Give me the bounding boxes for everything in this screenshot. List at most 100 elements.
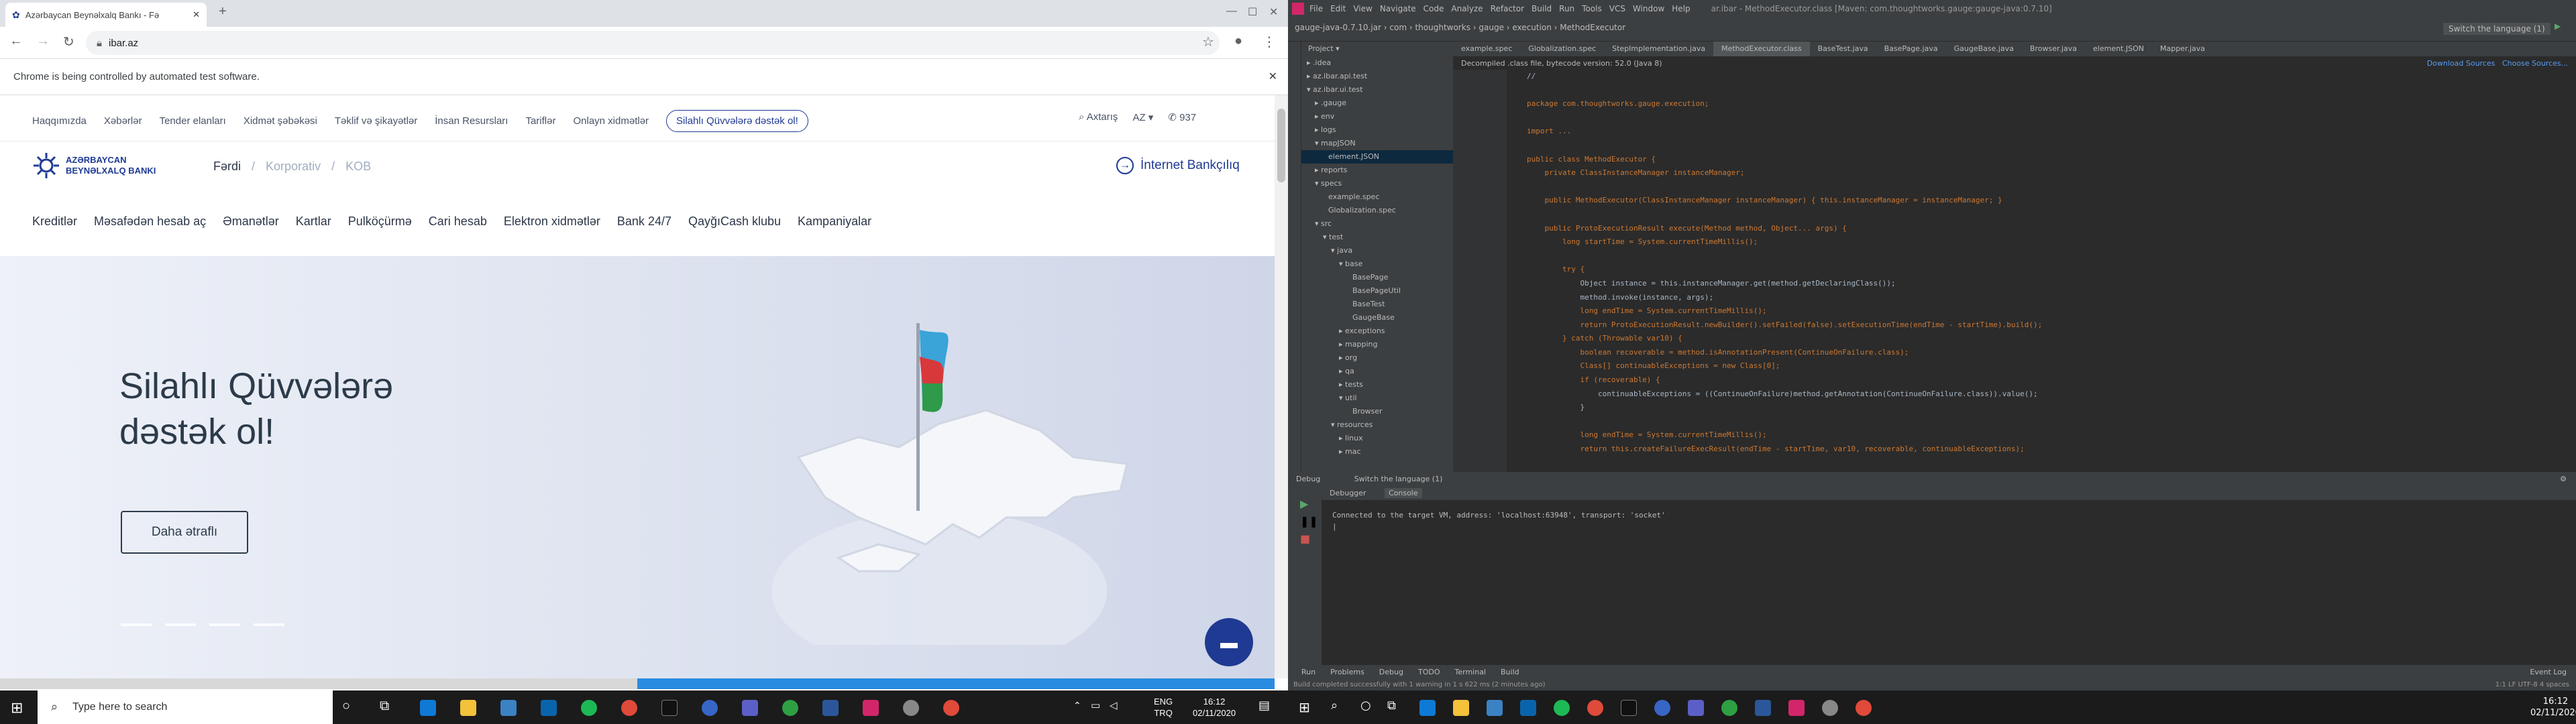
teams-icon[interactable] [742,700,758,716]
top-link[interactable]: Haqqımızda [32,115,87,127]
chrome-icon[interactable] [943,700,959,716]
console-tab[interactable]: Console [1384,488,1422,498]
app-icon[interactable] [903,700,919,716]
terminal-tool[interactable]: Terminal [1455,668,1487,677]
tree-item[interactable]: ▸ reports [1301,164,1453,177]
git-icon[interactable] [1721,700,1737,716]
debug-tool[interactable]: Debug [1379,668,1403,677]
tree-item[interactable]: GaugeBase [1301,311,1453,324]
segment-corporate[interactable]: Korporativ [266,160,321,174]
menu-item[interactable]: Tools [1582,4,1602,13]
tree-item[interactable]: ▸ mapping [1301,338,1453,351]
settings-gear-icon[interactable]: ⚙ [2560,475,2567,483]
run-tool[interactable]: Run [1301,668,1316,677]
tree-item[interactable]: ▸ tests [1301,378,1453,391]
store-icon[interactable] [1487,700,1503,716]
event-log-tool[interactable]: Event Log [2530,668,2567,676]
word-icon[interactable] [822,700,839,716]
top-link[interactable]: Xəbərlər [104,115,142,127]
menu-item[interactable]: Refactor [1491,4,1524,13]
top-link[interactable]: Xidmət şəbəkəsi [244,115,317,127]
scroll-thumb[interactable] [1277,109,1285,182]
editor-tab[interactable]: Globalization.spec [1520,42,1604,56]
editor-tab[interactable]: GaugeBase.java [1946,42,2022,56]
mail-icon[interactable] [1520,700,1536,716]
internet-banking-link[interactable]: → İnternet Bankçılıq [1116,157,1240,174]
tree-item[interactable]: BasePageUtil [1301,284,1453,298]
editor-tab[interactable]: StepImplementation.java [1604,42,1713,56]
chat-bubble-icon[interactable]: ▬ [1205,618,1253,666]
slider-dot[interactable] [165,623,196,626]
mail-icon[interactable] [541,700,557,716]
task-view-icon[interactable]: ⧉ [1387,699,1396,713]
slider-dot[interactable] [121,623,152,626]
menu-item[interactable]: Edit [1330,4,1346,13]
cortana-icon[interactable]: ○ [342,699,350,714]
nav-item[interactable]: Cari hesab [429,215,487,229]
notification-icon[interactable]: ▤ [1258,699,1270,713]
edge-icon[interactable] [420,700,436,716]
tree-item[interactable]: Browser [1301,405,1453,418]
spotify-icon[interactable] [1554,700,1570,716]
clock[interactable]: 16:12 02/11/2020 [2530,696,2576,719]
top-link[interactable]: Təklif və şikayətlər [335,115,417,127]
app-icon[interactable] [1822,700,1838,716]
page-scrollbar[interactable] [1275,95,1288,678]
debugger-tab[interactable]: Debugger [1330,489,1366,497]
tree-item[interactable]: ▾ util [1301,391,1453,405]
tree-item[interactable]: ▾ base [1301,257,1453,271]
editor-tab[interactable]: element.JSON [2085,42,2152,56]
breadcrumb[interactable]: gauge-java-0.7.10.jar › com › thoughtwor… [1295,23,1625,32]
tree-item[interactable]: ▸ .gauge [1301,97,1453,110]
chrome-icon[interactable] [621,700,637,716]
nav-item[interactable]: Kreditlər [32,215,77,229]
menu-item[interactable]: File [1309,4,1323,13]
editor-tab[interactable]: BaseTest.java [1810,42,1876,56]
windows-start-icon[interactable]: ⊞ [11,699,23,717]
menu-item[interactable]: Window [1633,4,1664,13]
close-window-icon[interactable]: ✕ [1269,5,1278,19]
reload-icon[interactable]: ↻ [63,34,74,50]
tree-item[interactable]: BasePage [1301,271,1453,284]
cortana-icon[interactable]: ○ [1360,699,1371,713]
nav-item[interactable]: QayğıCash klubu [688,215,781,229]
intellij-icon[interactable] [863,700,879,716]
tree-item[interactable]: BaseTest [1301,298,1453,311]
menu-item[interactable]: Help [1672,4,1690,13]
chrome-icon[interactable] [1856,700,1872,716]
intellij-icon[interactable] [1788,700,1805,716]
editor-tab[interactable]: example.spec [1453,42,1520,56]
teams-icon[interactable] [1688,700,1704,716]
terminal-icon[interactable] [1621,700,1637,716]
slider-dot[interactable] [209,623,240,626]
minimize-icon[interactable]: — [1226,5,1237,17]
download-sources-link[interactable]: Download Sources [2427,59,2496,68]
code-editor[interactable]: // package com.thoughtworks.gauge.executi… [1507,70,2576,472]
windows-start-icon[interactable]: ⊞ [1299,699,1310,715]
run-icon[interactable]: ▶ [2555,21,2561,31]
tree-item[interactable]: ▸ logs [1301,123,1453,137]
todo-tool[interactable]: TODO [1418,668,1440,677]
run-config-select[interactable]: Switch the language (1) [2443,23,2551,35]
menu-item[interactable]: Analyze [1451,4,1483,13]
file-explorer-icon[interactable] [1453,700,1469,716]
menu-item[interactable]: VCS [1609,4,1625,13]
editor-tab[interactable]: Browser.java [2022,42,2085,56]
tree-item[interactable]: example.spec [1301,190,1453,204]
address-bar[interactable]: 🔒︎ ibar.az [86,31,1220,55]
browser-tab[interactable]: ✿ Azərbaycan Beynəlxalq Bankı - Fə ✕ [5,3,207,27]
debug-config-tab[interactable]: Switch the language (1) [1354,475,1443,483]
campaign-pill-button[interactable]: Silahlı Qüvvələrə dəstək ol! [666,110,808,132]
slider-dot[interactable] [254,623,284,626]
tree-item[interactable]: ▸ exceptions [1301,324,1453,338]
tree-item[interactable]: Globalization.spec [1301,204,1453,217]
infobar-close-icon[interactable]: ✕ [1269,70,1277,83]
taskbar-search[interactable]: ⌕ Type here to search [38,690,333,724]
editor-tab[interactable]: Mapper.java [2152,42,2213,56]
tray-chevron-icon[interactable]: ⌃ [1073,700,1081,711]
console-output[interactable]: Connected to the target VM, address: 'lo… [1322,500,2576,665]
tree-item[interactable]: ▸ az.ibar.api.test [1301,70,1453,83]
tree-item[interactable]: ▾ src [1301,217,1453,231]
choose-sources-link[interactable]: Choose Sources... [2502,59,2568,68]
learn-more-button[interactable]: Daha ətraflı [121,511,248,554]
